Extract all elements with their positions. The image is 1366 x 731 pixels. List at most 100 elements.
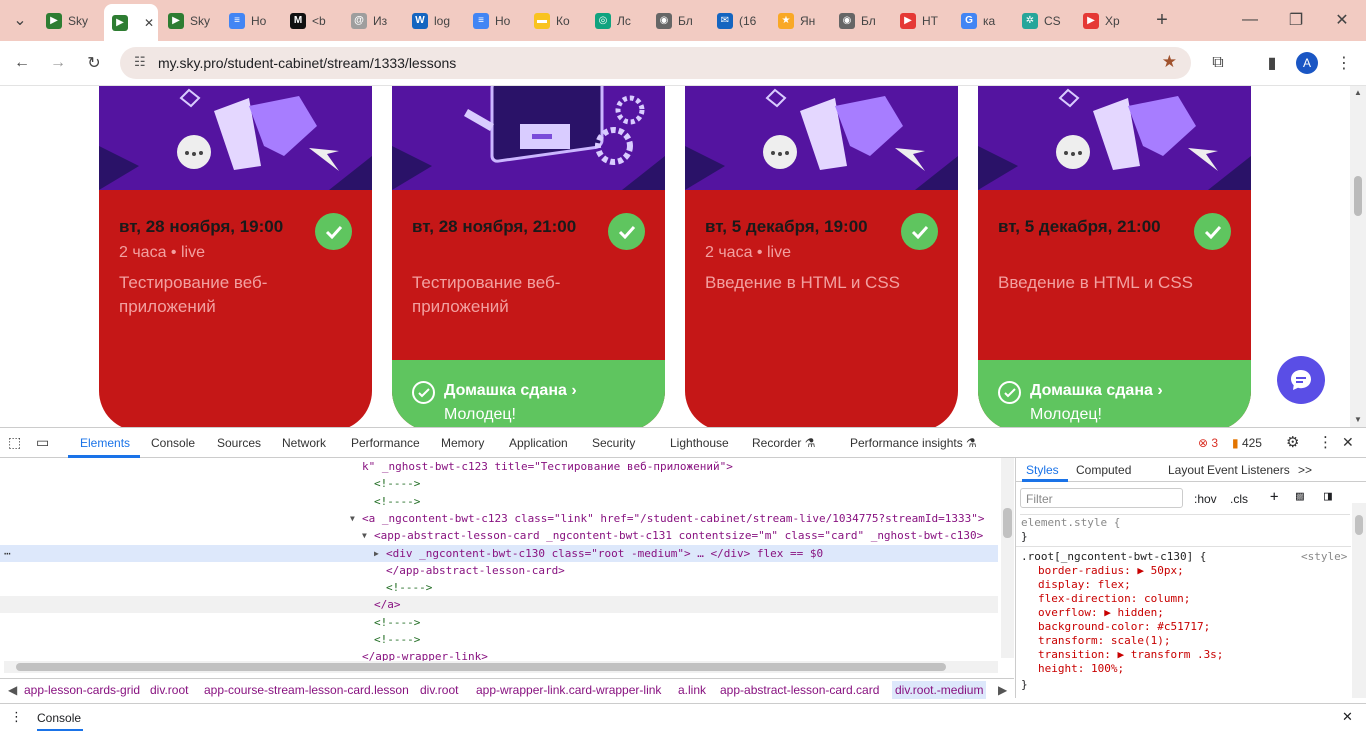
browser-tab[interactable]: ▬ Ко [534,8,586,33]
breadcrumb-left-arrow-icon[interactable]: ◀ [8,683,17,697]
settings-gear-icon[interactable]: ⚙ [1286,433,1299,451]
address-bar[interactable]: ☷ my.sky.pro/student-cabinet/stream/1333… [120,47,1191,79]
paint-brush-icon[interactable]: ▨ [1296,489,1304,504]
browser-menu-icon[interactable]: ⋮ [1332,51,1356,75]
breadcrumb-item[interactable]: div.root.-medium [892,681,987,699]
breadcrumb-item[interactable]: div.root [420,683,458,697]
dom-node[interactable]: </a> [0,596,998,614]
devtools-tab[interactable]: Sources [217,436,261,450]
browser-tab[interactable]: ≡ Но [473,8,525,33]
close-window-icon[interactable]: ✕ [1330,8,1354,32]
devtools-tab[interactable]: Elements [80,436,130,450]
devtools-tab[interactable]: Performance insights ⚗ [850,436,977,450]
scroll-down-icon[interactable]: ▼ [1354,415,1362,424]
browser-tab[interactable]: Gка [961,8,1013,33]
browser-tab[interactable]: ★ Ян [778,8,830,33]
dom-node[interactable]: ▼ <a _ngcontent-bwt-c123 class="link" hre… [0,510,998,527]
browser-tab[interactable]: M <b [290,8,342,33]
expand-triangle-icon[interactable]: ▶ [374,545,379,562]
dom-node[interactable]: <!----> [0,475,998,492]
devtools-tab[interactable]: Console [151,436,195,450]
browser-tab[interactable]: ▶ Sky [168,8,220,33]
dom-node[interactable]: </app-abstract-lesson-card> [0,562,998,579]
dom-scrollbar-thumb[interactable] [1003,508,1012,538]
dom-hscroll-thumb[interactable] [16,663,946,671]
forward-arrow-icon[interactable]: → [46,51,70,75]
dom-node[interactable]: <!----> [0,614,998,631]
expand-triangle-icon[interactable]: ▼ [362,527,367,544]
breadcrumb-item[interactable]: app-course-stream-lesson-card.lesson [204,683,409,697]
new-tab-plus-icon[interactable]: + [1150,8,1174,32]
browser-tab[interactable]: ▶Sky✕ [104,4,158,41]
breadcrumb-item[interactable]: app-wrapper-link.card-wrapper-link [476,683,661,697]
drawer-menu-icon[interactable]: ⋮ [10,709,23,725]
rule-source-link[interactable]: <style> [1301,550,1347,563]
tab-search-chevron-icon[interactable]: ⌄ [8,8,32,32]
dom-tree[interactable]: k" _nghost-bwt-c123 title="Тестирование … [0,458,1000,688]
devtools-tab[interactable]: Network [282,436,326,450]
dom-node[interactable]: ▼ <app-abstract-lesson-card _ngcontent-bw… [0,527,998,544]
dom-vertical-scrollbar[interactable] [1001,458,1014,658]
browser-tab[interactable]: ◎ Лс [595,8,647,33]
css-property[interactable]: background-color: #c51717; [1038,620,1210,633]
devtools-tab[interactable]: Memory [441,436,484,450]
devtools-close-icon[interactable]: ✕ [1342,434,1354,451]
back-arrow-icon[interactable]: ← [10,51,34,75]
styles-tab[interactable]: Event Listeners [1207,463,1290,477]
scroll-up-icon[interactable]: ▲ [1354,88,1362,97]
inspect-element-icon[interactable]: ⬚ [8,434,21,451]
browser-tab[interactable]: Wlog [412,8,464,33]
breadcrumb-right-arrow-icon[interactable]: ▶ [998,683,1007,697]
dom-node[interactable]: <!----> [0,579,998,596]
devtools-tab[interactable]: Lighthouse [670,436,729,450]
breadcrumb-item[interactable]: a.link [678,683,706,697]
css-property[interactable]: transition: ▶ transform .3s; [1038,648,1223,661]
css-property[interactable]: border-radius: ▶ 50px; [1038,564,1184,577]
css-property[interactable]: display: flex; [1038,578,1131,591]
dom-horizontal-scrollbar[interactable] [4,661,998,673]
devtools-tab[interactable]: Performance [351,436,420,450]
breadcrumb-item[interactable]: app-lesson-cards-grid [24,683,140,697]
styles-tab[interactable]: Computed [1076,463,1131,477]
reload-icon[interactable]: ↻ [82,51,106,75]
css-property[interactable]: flex-direction: column; [1038,592,1190,605]
hov-toggle[interactable]: :hov [1194,492,1217,506]
warning-count[interactable]: ▮ 425 [1232,436,1262,450]
css-property[interactable]: transform: scale(1); [1038,634,1170,647]
styles-scrollbar[interactable] [1352,503,1366,698]
device-toolbar-icon[interactable]: ▭ [36,434,49,451]
dom-node[interactable]: <!----> [0,493,998,510]
lesson-card[interactable]: вт, 5 декабря, 19:00 2 часа • live Введени… [685,86,958,427]
devtools-tab[interactable]: Recorder ⚗ [752,436,815,450]
homework-status[interactable]: Домашка сдана › Молодец! [392,360,665,427]
browser-tab[interactable]: ✲ CS [1022,8,1074,33]
styles-tab[interactable]: Layout [1168,463,1204,477]
styles-tab[interactable]: >> [1298,463,1312,477]
lesson-card[interactable]: вт, 28 ноября, 21:00 Тестирование веб-при… [392,86,665,427]
dom-node[interactable]: k" _nghost-bwt-c123 title="Тестирование … [0,458,998,475]
browser-tab[interactable]: ≡ Но [229,8,281,33]
tab-close-icon[interactable]: ✕ [144,16,154,30]
browser-tab[interactable]: ▶ Sky [46,8,98,33]
browser-tab[interactable]: ▶ НТ [900,8,952,33]
browser-tab[interactable]: ◉ Бл [656,8,708,33]
scrollbar-thumb[interactable] [1354,176,1362,216]
css-property[interactable]: height: 100%; [1038,662,1124,675]
breadcrumb-item[interactable]: div.root [150,683,188,697]
cls-toggle[interactable]: .cls [1230,492,1248,506]
bookmark-star-icon[interactable]: ★ [1162,52,1177,72]
side-panel-icon[interactable]: ▮ [1260,51,1284,75]
minimize-icon[interactable]: — [1238,8,1262,32]
dom-node[interactable]: <!----> [0,631,998,648]
node-actions-icon[interactable]: ⋯ [4,545,11,562]
devtools-menu-icon[interactable]: ⋮ [1318,433,1333,451]
styles-tab[interactable]: Styles [1026,463,1059,477]
homework-status[interactable]: Домашка сдана › Молодец! [978,360,1251,427]
drawer-close-icon[interactable]: ✕ [1342,709,1353,725]
browser-tab[interactable]: ◉ Бл [839,8,891,33]
breadcrumb-item[interactable]: app-abstract-lesson-card.card [720,683,879,697]
devtools-tab[interactable]: Application [509,436,568,450]
browser-tab[interactable]: ✉ (16 [717,8,769,33]
restore-icon[interactable]: ❐ [1284,8,1308,32]
error-count[interactable]: ⊗ 3 [1198,436,1218,450]
